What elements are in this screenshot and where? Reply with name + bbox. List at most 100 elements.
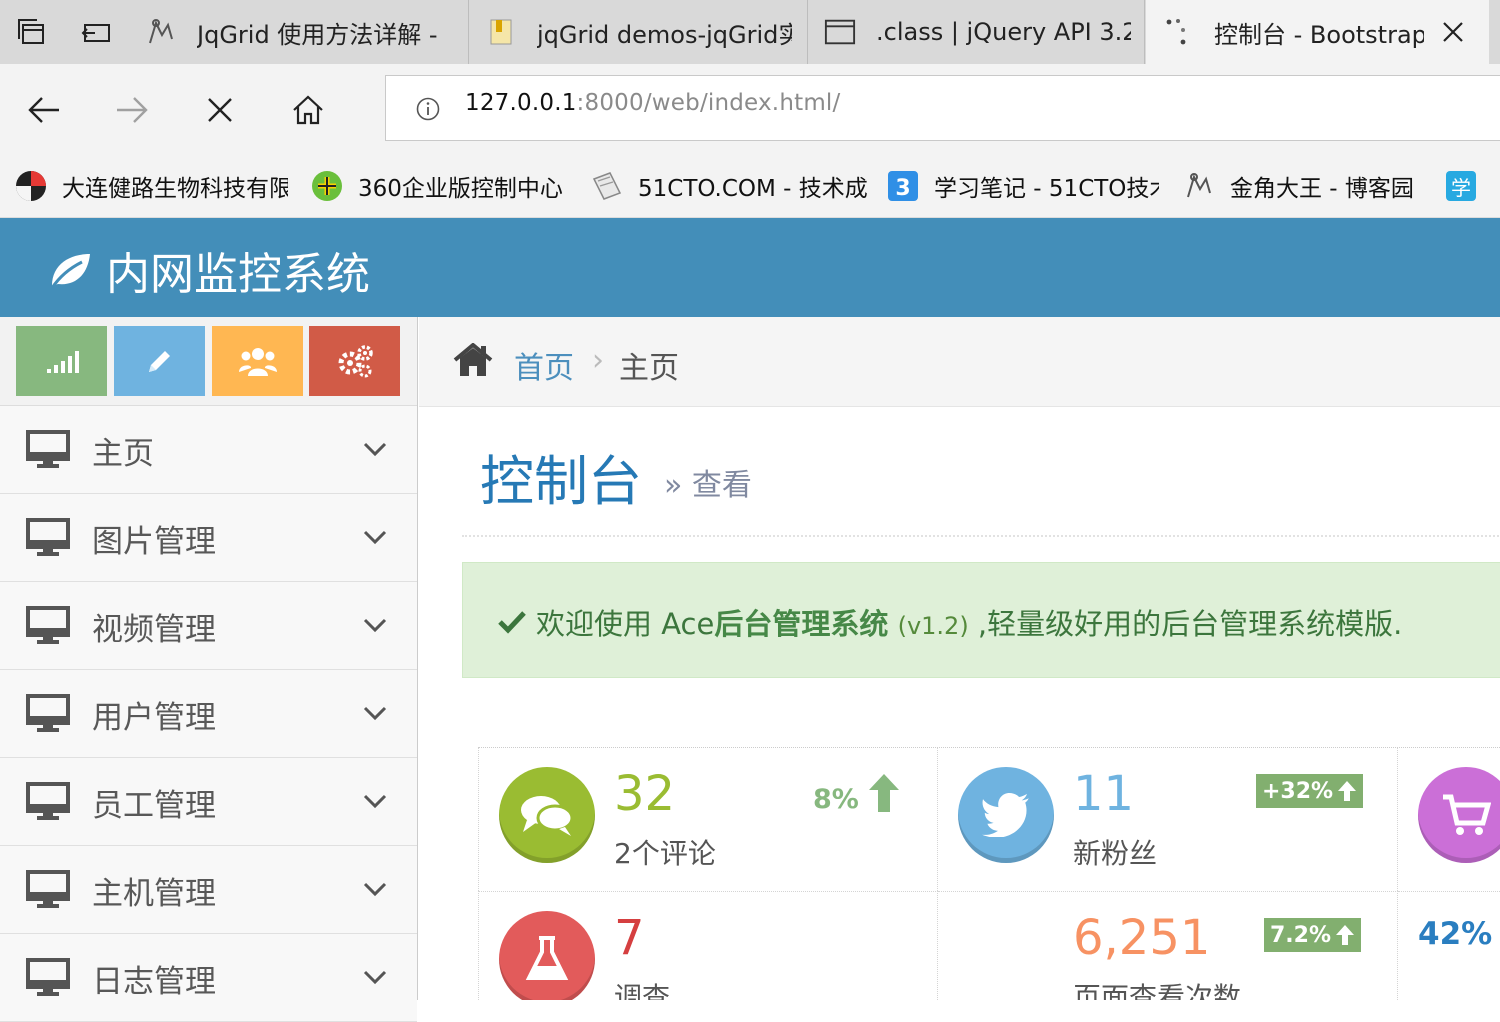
breadcrumb: 首页 › 主页 bbox=[419, 317, 1500, 407]
group-icon bbox=[238, 348, 277, 376]
comments-icon bbox=[499, 767, 595, 863]
desktop-icon bbox=[26, 958, 70, 996]
twitter-icon bbox=[958, 767, 1054, 863]
chevron-down-icon bbox=[363, 618, 387, 633]
desktop-icon bbox=[26, 518, 70, 556]
site-info-icon[interactable] bbox=[416, 97, 440, 121]
infobox-followers: 11 新粉丝 +32% bbox=[938, 748, 1398, 891]
bookmark-item[interactable]: 3 学习笔记 - 51CTO技术 bbox=[886, 168, 1159, 204]
tab-title: JqGrid 使用方法详解 - bbox=[197, 20, 438, 49]
users-shortcut-button[interactable] bbox=[212, 326, 303, 396]
sidebar-item-videos[interactable]: 视频管理 bbox=[0, 582, 417, 670]
breadcrumb-home-link[interactable]: 首页 bbox=[514, 343, 574, 387]
bookmark-item[interactable]: 大连健路生物科技有限 bbox=[14, 168, 288, 204]
bookmark-label: 360企业版控制中心 bbox=[358, 176, 563, 202]
chevron-down-icon bbox=[363, 794, 387, 809]
cogs-icon bbox=[338, 345, 373, 378]
cnblogs-icon bbox=[1182, 169, 1216, 203]
infobox-percentage-value: 42% bbox=[1418, 916, 1493, 952]
51cto-icon bbox=[590, 169, 624, 203]
breadcrumb-separator: › bbox=[592, 343, 604, 378]
bookmark-item[interactable]: 51CTO.COM - 技术成 bbox=[590, 168, 868, 204]
chevron-down-icon bbox=[363, 970, 387, 985]
cnblogs-icon bbox=[145, 16, 177, 48]
alert-text-pre: 欢迎使用 Ace bbox=[536, 607, 715, 641]
infobox-change-badge: 7.2% bbox=[1264, 918, 1362, 952]
sidebar-item-images[interactable]: 图片管理 bbox=[0, 494, 417, 582]
bookmark-item[interactable]: 学 bbox=[1444, 168, 1492, 204]
chevron-down-icon bbox=[363, 882, 387, 897]
company-logo-icon bbox=[14, 169, 48, 203]
close-tab-icon[interactable] bbox=[1439, 18, 1467, 46]
page-subtitle: » 查看 bbox=[664, 468, 752, 503]
sidebar-item-label: 主页 bbox=[92, 436, 154, 472]
signal-icon bbox=[46, 351, 79, 373]
loading-icon bbox=[1162, 16, 1194, 48]
pencil-icon bbox=[148, 351, 170, 372]
bookmark-label: 大连健路生物科技有限 bbox=[62, 176, 288, 202]
blank-page-icon bbox=[824, 16, 856, 48]
flask-icon bbox=[499, 911, 595, 1000]
home-icon[interactable] bbox=[453, 343, 493, 377]
tab-jqgrid-usage[interactable]: JqGrid 使用方法详解 - bbox=[129, 0, 469, 64]
sidebar-item-label: 员工管理 bbox=[92, 788, 216, 824]
sidebar-item-label: 视频管理 bbox=[92, 612, 216, 648]
tab-jqgrid-demos[interactable]: jqGrid demos-jqGrid实 bbox=[469, 0, 808, 64]
infobox-label: 2个评论 bbox=[614, 837, 716, 870]
forward-icon[interactable] bbox=[106, 84, 158, 136]
study-icon: 学 bbox=[1444, 169, 1478, 203]
infobox-value: 32 bbox=[614, 766, 676, 822]
360-icon bbox=[310, 169, 344, 203]
desktop-icon bbox=[26, 870, 70, 908]
sidebar-item-users[interactable]: 用户管理 bbox=[0, 670, 417, 758]
page-header: 控制台 » 查看 bbox=[462, 407, 1500, 537]
tab-dashboard-active[interactable]: 控制台 - Bootstrap bbox=[1146, 0, 1489, 64]
alert-version: (v1.2) bbox=[897, 612, 969, 640]
infobox-value: 7 bbox=[614, 910, 645, 966]
welcome-alert: 欢迎使用 Ace后台管理系统 (v1.2) ,轻量级好用的后台管理系统模版. bbox=[462, 562, 1500, 678]
set-aside-tabs-icon[interactable] bbox=[72, 8, 120, 56]
alert-message: 欢迎使用 Ace后台管理系统 (v1.2) ,轻量级好用的后台管理系统模版. bbox=[536, 601, 1402, 643]
sidebar-item-hosts[interactable]: 主机管理 bbox=[0, 846, 417, 934]
desktop-icon bbox=[26, 430, 70, 468]
blog-3-icon: 3 bbox=[886, 169, 920, 203]
address-bar[interactable]: 127.0.0.1:8000/web/index.html/ bbox=[385, 75, 1500, 141]
brand-name: 内网监控系统 bbox=[106, 249, 370, 300]
sidebar-item-home[interactable]: 主页 bbox=[0, 406, 417, 494]
check-icon bbox=[498, 611, 526, 634]
bookmark-page-icon bbox=[485, 16, 517, 48]
sidebar: 主页 图片管理 视频管理 用户管理 员工管理 主机管理 日志管理 bbox=[0, 317, 418, 1022]
infobox-value: 11 bbox=[1073, 766, 1135, 822]
page-title: 控制台 bbox=[480, 450, 642, 513]
infobox-label: 新粉丝 bbox=[1073, 837, 1158, 870]
bookmark-item[interactable]: 金角大王 - 博客园 bbox=[1182, 168, 1414, 204]
infobox-label: 调查 bbox=[614, 981, 671, 1000]
brand[interactable]: 内网监控系统 bbox=[46, 238, 370, 302]
sidebar-item-label: 用户管理 bbox=[92, 700, 216, 736]
tab-jquery-api[interactable]: .class | jQuery API 3.2 | bbox=[808, 0, 1145, 64]
alert-text-bold: 后台管理系统 bbox=[714, 607, 889, 641]
tab-actions-icon[interactable] bbox=[8, 8, 56, 56]
infobox-change-badge: +32% bbox=[1256, 774, 1364, 808]
app-navbar: 内网监控系统 bbox=[0, 218, 1500, 317]
tab-title: .class | jQuery API 3.2 | bbox=[876, 18, 1131, 46]
infobox-container: 32 2个评论 8% 11 新粉丝 +32% 7 调查 6,251 页面查看次数… bbox=[478, 747, 1500, 1000]
infobox-change: 8% bbox=[813, 773, 901, 815]
sidebar-item-employees[interactable]: 员工管理 bbox=[0, 758, 417, 846]
change-value: +32% bbox=[1262, 778, 1334, 804]
signal-shortcut-button[interactable] bbox=[16, 326, 107, 396]
home-icon[interactable] bbox=[282, 84, 334, 136]
stop-loading-icon[interactable] bbox=[194, 84, 246, 136]
back-icon[interactable] bbox=[18, 84, 70, 136]
breadcrumb-current: 主页 bbox=[619, 351, 679, 386]
desktop-icon bbox=[26, 694, 70, 732]
url-text: 127.0.0.1:8000/web/index.html/ bbox=[465, 90, 840, 116]
infobox-percentage: 42% bbox=[1398, 891, 1500, 1000]
edit-shortcut-button[interactable] bbox=[114, 326, 205, 396]
svg-text:3: 3 bbox=[895, 176, 910, 201]
settings-shortcut-button[interactable] bbox=[309, 326, 400, 396]
bookmark-item[interactable]: 360企业版控制中心 bbox=[310, 168, 563, 204]
arrow-up-icon bbox=[868, 773, 899, 812]
sidebar-item-logs[interactable]: 日志管理 bbox=[0, 934, 417, 1022]
main-content: 首页 › 主页 控制台 » 查看 欢迎使用 Ace后台管理系统 (v1.2) ,… bbox=[419, 317, 1500, 1000]
